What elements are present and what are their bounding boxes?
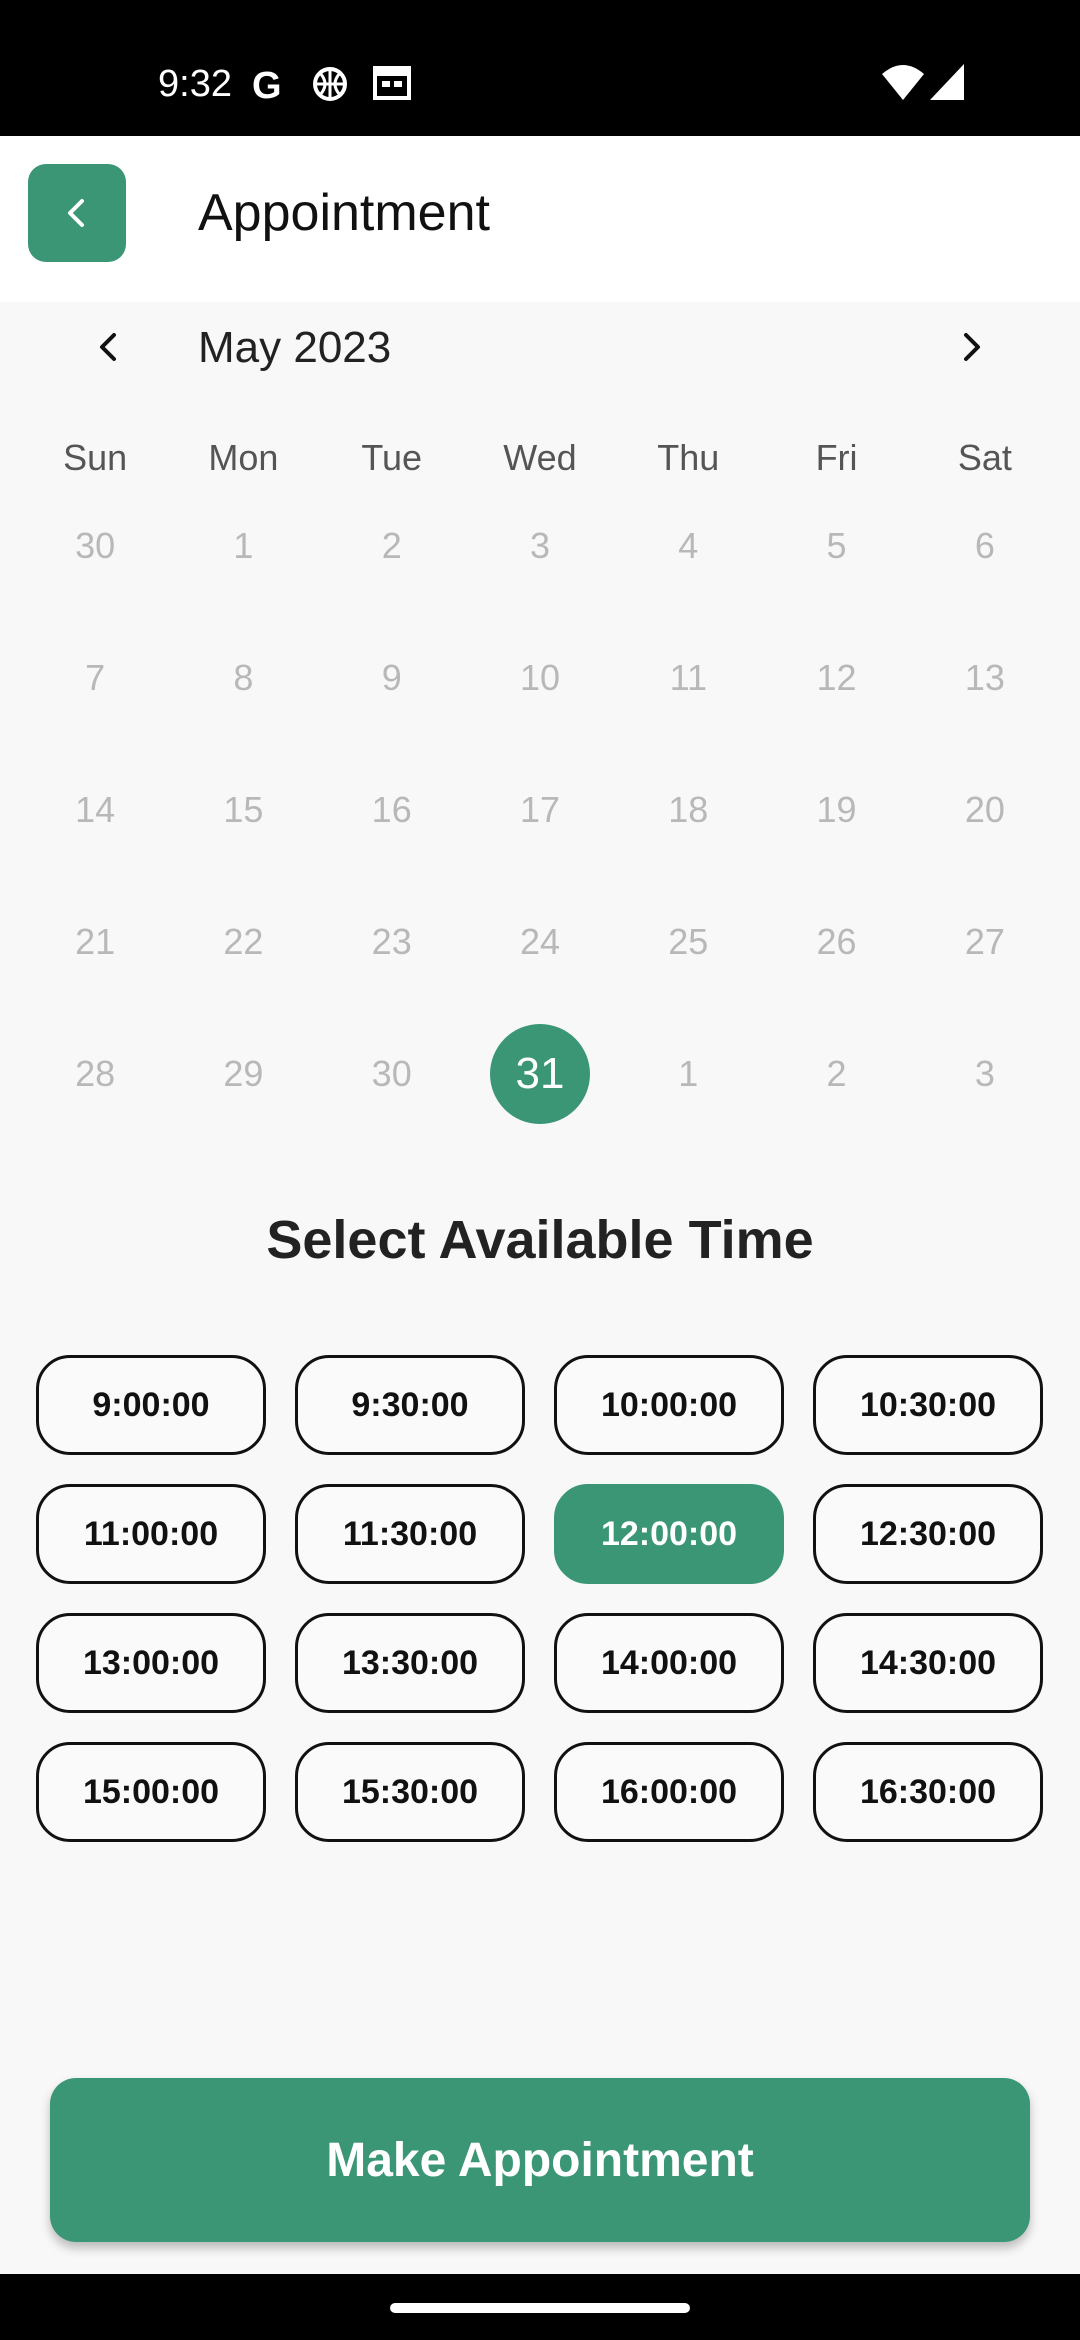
calendar-day[interactable]: 11 bbox=[614, 612, 762, 744]
calendar-day-selected[interactable]: 31 bbox=[466, 1008, 614, 1140]
calendar-day[interactable]: 6 bbox=[911, 480, 1059, 612]
app-bar bbox=[0, 136, 1080, 302]
calendar-day[interactable]: 25 bbox=[614, 876, 762, 1008]
calendar-day[interactable]: 9 bbox=[318, 612, 466, 744]
previous-month-button[interactable] bbox=[84, 322, 134, 372]
time-slot-button[interactable]: 11:30:00 bbox=[295, 1484, 525, 1584]
calendar-day[interactable]: 8 bbox=[169, 612, 317, 744]
weekday-header: Sun Mon Tue Wed Thu Fri Sat bbox=[0, 430, 1080, 486]
calendar-day[interactable]: 20 bbox=[911, 744, 1059, 876]
calendar-day[interactable]: 30 bbox=[318, 1008, 466, 1140]
calendar-day[interactable]: 1 bbox=[614, 1008, 762, 1140]
time-slot-button[interactable]: 9:00:00 bbox=[36, 1355, 266, 1455]
weekday-label: Wed bbox=[503, 437, 577, 478]
time-slot-button[interactable]: 11:00:00 bbox=[36, 1484, 266, 1584]
calendar-day[interactable]: 27 bbox=[911, 876, 1059, 1008]
calendar-grid: 30 1 2 3 4 5 6 7 8 9 10 11 12 13 14 15 1… bbox=[0, 480, 1080, 1140]
signal-icon bbox=[928, 62, 966, 107]
chevron-left-icon bbox=[100, 333, 116, 361]
selected-day-label: 31 bbox=[489, 1024, 590, 1124]
time-slot-button-selected[interactable]: 12:00:00 bbox=[554, 1484, 784, 1584]
basketball-icon bbox=[310, 62, 350, 111]
calendar-day[interactable]: 18 bbox=[614, 744, 762, 876]
page-title: Appointment bbox=[198, 184, 490, 242]
google-icon: G bbox=[250, 62, 290, 111]
time-slot-button[interactable]: 13:30:00 bbox=[295, 1613, 525, 1713]
make-appointment-button[interactable]: Make Appointment bbox=[50, 2078, 1030, 2242]
calendar-day[interactable]: 12 bbox=[762, 612, 910, 744]
section-title: Select Available Time bbox=[266, 1210, 814, 1270]
time-slot-button[interactable]: 9:30:00 bbox=[295, 1355, 525, 1455]
weekday-label: Sat bbox=[957, 437, 1012, 478]
time-slot-button[interactable]: 16:00:00 bbox=[554, 1742, 784, 1842]
svg-text:G: G bbox=[252, 65, 282, 106]
time-slot-button[interactable]: 15:00:00 bbox=[36, 1742, 266, 1842]
calendar-day[interactable]: 14 bbox=[21, 744, 169, 876]
calendar-day[interactable]: 10 bbox=[466, 612, 614, 744]
calendar-day[interactable]: 1 bbox=[169, 480, 317, 612]
time-slot-button[interactable]: 16:30:00 bbox=[813, 1742, 1043, 1842]
time-slot-button[interactable]: 13:00:00 bbox=[36, 1613, 266, 1713]
calendar-day[interactable]: 22 bbox=[169, 876, 317, 1008]
calendar-day[interactable]: 21 bbox=[21, 876, 169, 1008]
time-slot-button[interactable]: 14:30:00 bbox=[813, 1613, 1043, 1713]
calendar-day[interactable]: 17 bbox=[466, 744, 614, 876]
calendar-day[interactable]: 23 bbox=[318, 876, 466, 1008]
time-slot-grid: 9:00:00 9:30:00 10:00:00 10:30:00 11:00:… bbox=[36, 1355, 1044, 1842]
calendar-day[interactable]: 29 bbox=[169, 1008, 317, 1140]
weekday-label: Fri bbox=[815, 437, 858, 478]
calendar-day[interactable]: 16 bbox=[318, 744, 466, 876]
calendar-day[interactable]: 26 bbox=[762, 876, 910, 1008]
weekday-label: Mon bbox=[208, 437, 279, 478]
time-slot-button[interactable]: 14:00:00 bbox=[554, 1613, 784, 1713]
home-indicator[interactable] bbox=[390, 2303, 690, 2313]
calendar-day[interactable]: 2 bbox=[318, 480, 466, 612]
calendar-day[interactable]: 2 bbox=[762, 1008, 910, 1140]
time-slot-button[interactable]: 12:30:00 bbox=[813, 1484, 1043, 1584]
calendar-day[interactable]: 3 bbox=[911, 1008, 1059, 1140]
time-slot-button[interactable]: 10:00:00 bbox=[554, 1355, 784, 1455]
calendar-day[interactable]: 5 bbox=[762, 480, 910, 612]
calendar-day[interactable]: 7 bbox=[21, 612, 169, 744]
calendar-day[interactable]: 13 bbox=[911, 612, 1059, 744]
weekday-label: Tue bbox=[361, 437, 423, 478]
month-label: May 2023 bbox=[198, 323, 392, 372]
calendar-day[interactable]: 30 bbox=[21, 480, 169, 612]
calendar-day[interactable]: 4 bbox=[614, 480, 762, 612]
status-time: 9:32 bbox=[158, 63, 232, 105]
time-slot-button[interactable]: 10:30:00 bbox=[813, 1355, 1043, 1455]
chevron-right-icon bbox=[964, 333, 980, 361]
calendar-day[interactable]: 19 bbox=[762, 744, 910, 876]
calendar-day[interactable]: 15 bbox=[169, 744, 317, 876]
next-month-button[interactable] bbox=[946, 322, 996, 372]
chevron-left-icon bbox=[68, 199, 84, 227]
weekday-label: Sun bbox=[63, 437, 128, 478]
weekday-label: Thu bbox=[657, 437, 720, 478]
status-bar: 9:32 G bbox=[0, 0, 1080, 136]
calendar-day[interactable]: 24 bbox=[466, 876, 614, 1008]
time-slot-button[interactable]: 15:30:00 bbox=[295, 1742, 525, 1842]
wifi-icon bbox=[880, 62, 926, 107]
calendar-day[interactable]: 28 bbox=[21, 1008, 169, 1140]
calendar-day[interactable]: 3 bbox=[466, 480, 614, 612]
back-button[interactable] bbox=[28, 164, 126, 262]
calendar-icon bbox=[372, 62, 412, 107]
